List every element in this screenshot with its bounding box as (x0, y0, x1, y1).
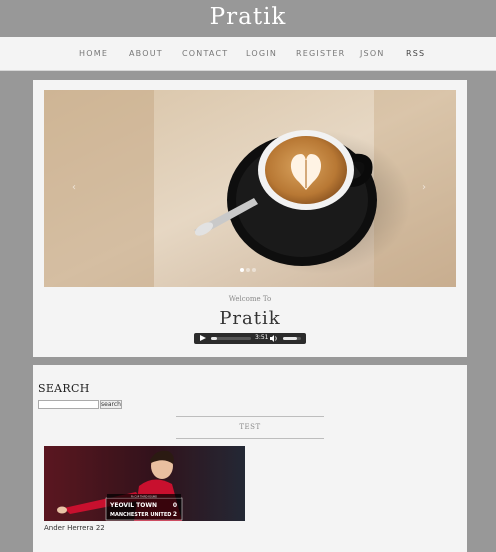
top-header: Pratik (0, 0, 496, 37)
carousel-dot[interactable] (246, 268, 250, 272)
volume-icon[interactable] (270, 335, 278, 342)
carousel-dot[interactable] (252, 268, 256, 272)
site-brand[interactable]: Pratik (0, 4, 496, 30)
nav-login[interactable]: LOGIN (246, 49, 277, 58)
post-thumbnail[interactable]: FA CUP THIRD ROUND YEOVIL TOWN 0 MANCHES… (44, 446, 245, 521)
nav-about[interactable]: ABOUT (129, 49, 163, 58)
audio-player: 3:51 (194, 333, 306, 344)
main-nav: HOME ABOUT CONTACT LOGIN REGISTER JSON R… (0, 37, 496, 71)
football-player-image: FA CUP THIRD ROUND YEOVIL TOWN 0 MANCHES… (44, 446, 245, 521)
search-button[interactable]: search (100, 400, 122, 409)
section-label: TEST (239, 423, 261, 431)
volume-slider[interactable] (283, 337, 301, 340)
nav-rss[interactable]: RSS (406, 49, 425, 58)
nav-home[interactable]: HOME (79, 49, 108, 58)
image-overlay-header: FA CUP THIRD ROUND (131, 495, 157, 498)
coffee-image (44, 90, 456, 287)
search-heading: SEARCH (38, 382, 90, 395)
sidebar-card: SEARCH search TEST FA CUP THIRD ROUND YE… (33, 365, 467, 552)
volume-fill (283, 337, 298, 340)
carousel-prev-icon[interactable]: ‹ (72, 182, 76, 193)
nav-register[interactable]: REGISTER (296, 49, 345, 58)
hero-card: ‹ › Welcome To Pratik 3:51 (33, 80, 467, 357)
audio-progress-fill (211, 337, 217, 340)
audio-progress-bar[interactable] (211, 337, 251, 340)
play-icon[interactable] (200, 335, 206, 341)
welcome-text: Welcome To (228, 295, 272, 303)
post-caption[interactable]: Ander Herrera 22 (44, 524, 105, 532)
image-overlay-home: YEOVIL TOWN (109, 502, 157, 509)
nav-json[interactable]: JSON (360, 49, 385, 58)
carousel-indicators (240, 268, 264, 274)
carousel-next-icon[interactable]: › (422, 182, 426, 193)
carousel-dot[interactable] (240, 268, 244, 272)
image-overlay-score-away: 2 (173, 511, 177, 518)
search-input[interactable] (38, 400, 99, 409)
hero-title: Pratik (219, 308, 281, 329)
image-overlay-score-home: 0 (173, 502, 177, 509)
hero-carousel[interactable]: ‹ › (44, 90, 456, 287)
divider (176, 416, 324, 417)
audio-time: 3:51 (255, 334, 269, 341)
image-overlay-away: MANCHESTER UNITED (110, 512, 171, 518)
nav-contact[interactable]: CONTACT (182, 49, 228, 58)
divider (176, 438, 324, 439)
